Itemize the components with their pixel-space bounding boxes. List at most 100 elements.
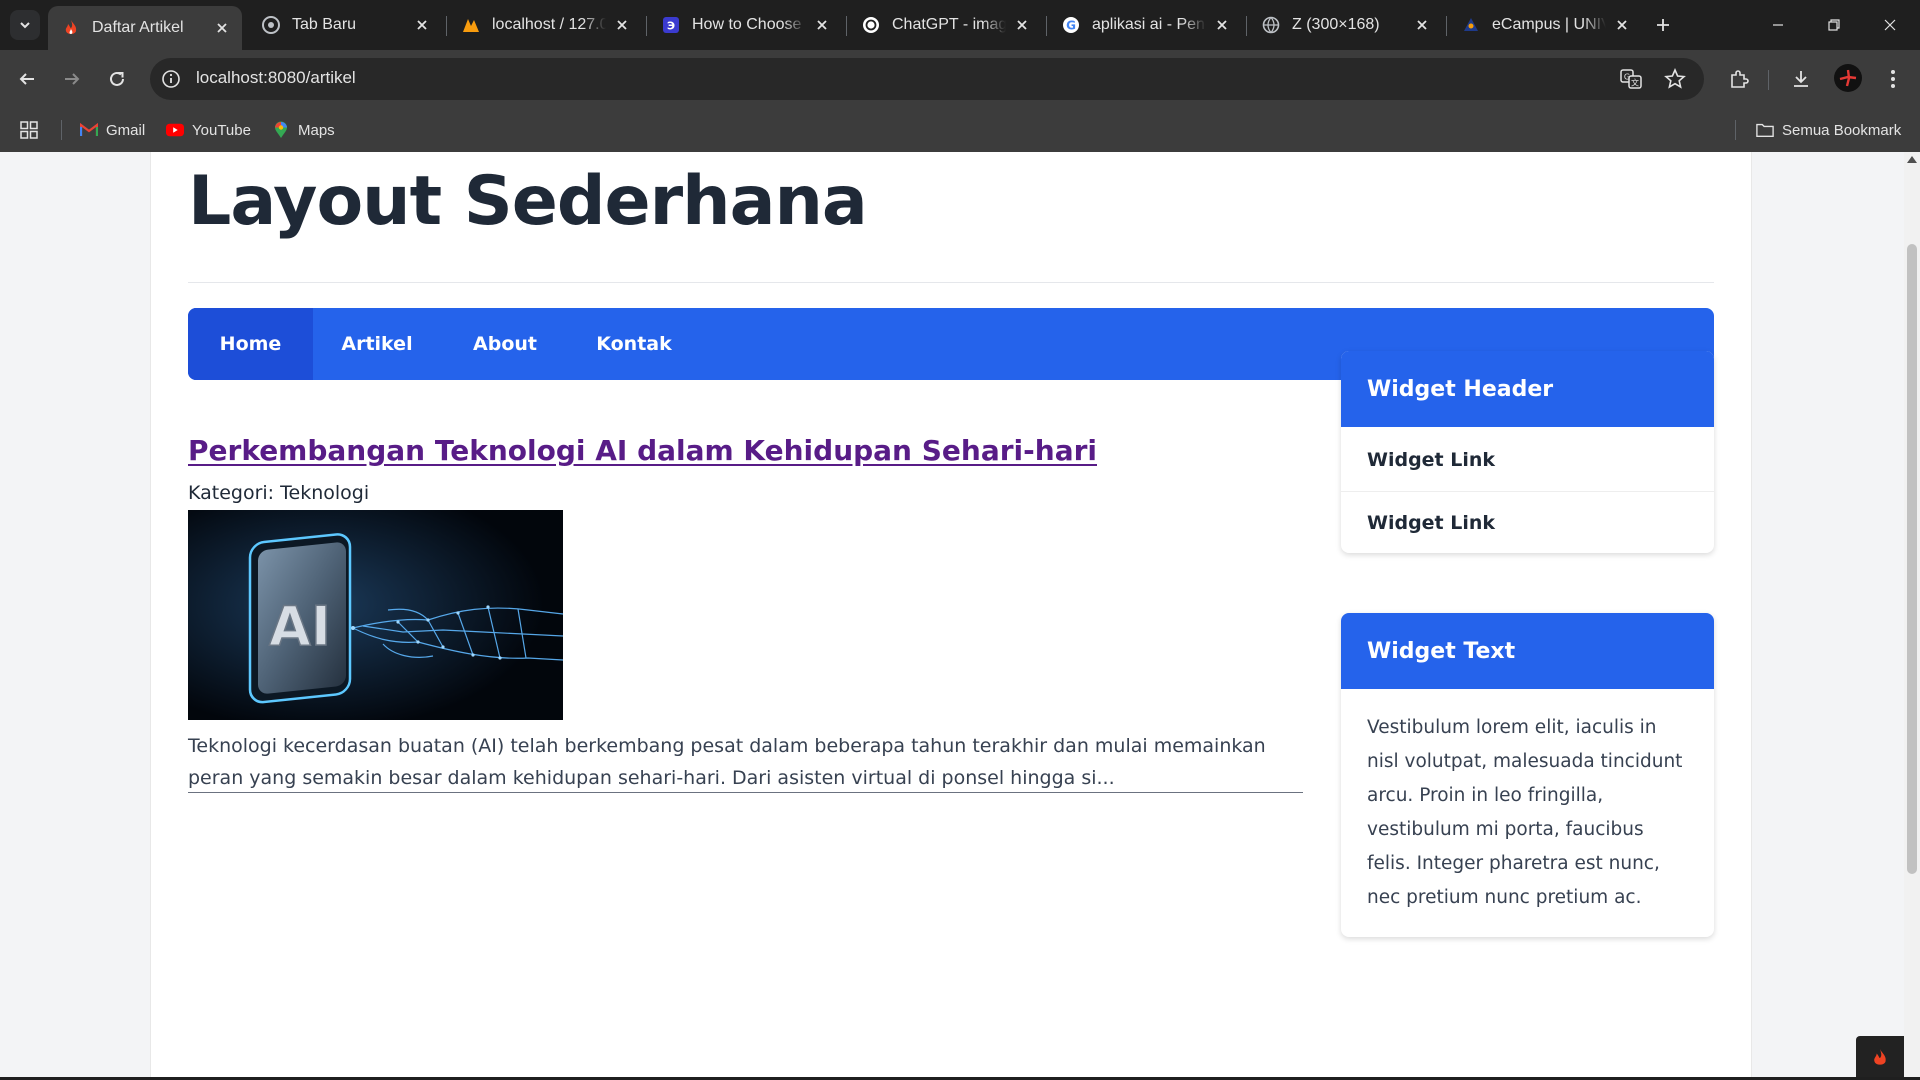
tab-how-to-choose[interactable]: Э How to Choose t xyxy=(648,6,842,44)
gmail-icon xyxy=(80,121,98,139)
nav-about[interactable]: About xyxy=(441,308,569,380)
reload-icon xyxy=(110,71,124,86)
menu-button[interactable] xyxy=(1878,64,1908,94)
site-icon: Э xyxy=(662,16,680,34)
globe-icon xyxy=(1262,16,1280,34)
close-icon[interactable] xyxy=(1612,15,1632,35)
bookmark-label: YouTube xyxy=(192,121,251,139)
tab-separator xyxy=(1246,16,1247,36)
all-bookmarks-button[interactable]: Semua Bookmark xyxy=(1756,118,1901,142)
tab-tab-baru[interactable]: Tab Baru xyxy=(248,6,442,44)
article-image: AI xyxy=(188,510,563,720)
article-excerpt: Teknologi kecerdasan buatan (AI) telah b… xyxy=(188,735,1266,789)
bookmarks-bar: Gmail YouTube Maps Semua Bookmark xyxy=(0,108,1920,152)
widget-links: Widget Header Widget Link Widget Link xyxy=(1341,351,1714,553)
minimize-icon xyxy=(1773,24,1783,26)
downloads-button[interactable] xyxy=(1786,64,1816,94)
toolbar-divider xyxy=(1768,70,1769,90)
tab-separator xyxy=(1446,16,1447,36)
page-title: Layout Sederhana xyxy=(188,162,868,241)
forward-button[interactable] xyxy=(57,64,87,94)
tab-phpmyadmin[interactable]: localhost / 127.0. xyxy=(448,6,642,44)
scrollbar-thumb[interactable] xyxy=(1907,244,1917,874)
address-bar[interactable]: localhost:8080/artikel G文 xyxy=(150,58,1704,100)
tab-search-button[interactable] xyxy=(10,10,40,40)
close-icon[interactable] xyxy=(412,15,432,35)
minimize-button[interactable] xyxy=(1750,0,1806,50)
widget-header: Widget Header xyxy=(1341,351,1714,427)
extensions-button[interactable] xyxy=(1724,64,1754,94)
bookmark-youtube[interactable]: YouTube xyxy=(166,118,251,142)
translate-icon[interactable]: G文 xyxy=(1620,68,1642,90)
tab-ecampus[interactable]: eCampus | UNIV xyxy=(1448,6,1642,44)
close-window-button[interactable] xyxy=(1862,0,1918,50)
close-icon[interactable] xyxy=(812,15,832,35)
header-divider xyxy=(188,282,1714,283)
widget-text: Widget Text Vestibulum lorem elit, iacul… xyxy=(1341,613,1714,937)
back-button[interactable] xyxy=(12,64,42,94)
tab-title: Z (300×168) xyxy=(1292,16,1380,33)
plus-icon xyxy=(1657,19,1669,31)
close-icon[interactable] xyxy=(612,15,632,35)
image-ai-text: AI xyxy=(269,595,331,658)
debug-toolbar-button[interactable] xyxy=(1856,1036,1904,1080)
codeigniter-flame-icon xyxy=(1874,1049,1886,1065)
tab-title: localhost / 127.0. xyxy=(492,16,606,33)
nav-home[interactable]: Home xyxy=(188,308,313,380)
tab-title: Daftar Artikel xyxy=(92,19,184,36)
site-info-icon[interactable] xyxy=(160,68,182,90)
close-icon[interactable] xyxy=(1212,15,1232,35)
page-container: Layout Sederhana Home Artikel About Kont… xyxy=(150,152,1752,1080)
google-icon: G xyxy=(1062,16,1080,34)
chevron-down-icon xyxy=(20,22,30,29)
tab-separator xyxy=(446,16,447,36)
close-icon xyxy=(1884,19,1896,31)
reload-button[interactable] xyxy=(102,64,132,94)
profile-avatar[interactable] xyxy=(1834,64,1862,92)
restore-button[interactable] xyxy=(1806,0,1862,50)
close-icon[interactable] xyxy=(1412,15,1432,35)
tab-image[interactable]: Z (300×168) xyxy=(1248,6,1442,44)
campus-icon xyxy=(1462,16,1480,34)
codeigniter-flame-icon xyxy=(62,19,80,37)
tab-title: ChatGPT - image xyxy=(892,16,1006,33)
page-scrollbar[interactable] xyxy=(1904,152,1920,1080)
arrow-left-icon xyxy=(19,73,34,85)
tab-google-search[interactable]: G aplikasi ai - Pene xyxy=(1048,6,1242,44)
article-category: Kategori: Teknologi xyxy=(188,482,370,504)
star-icon[interactable] xyxy=(1664,68,1686,90)
tab-chatgpt[interactable]: ChatGPT - image xyxy=(848,6,1042,44)
chatgpt-icon xyxy=(862,16,880,34)
nav-kontak[interactable]: Kontak xyxy=(569,308,699,380)
new-tab-button[interactable] xyxy=(1650,12,1676,38)
widget-link-1[interactable]: Widget Link xyxy=(1341,429,1714,491)
svg-text:G: G xyxy=(1066,19,1076,33)
close-icon[interactable] xyxy=(1012,15,1032,35)
tab-daftar-artikel[interactable]: Daftar Artikel xyxy=(48,6,242,50)
bookmark-gmail[interactable]: Gmail xyxy=(80,118,145,142)
tab-separator xyxy=(646,16,647,36)
arrow-right-icon xyxy=(65,73,80,85)
profile-logo-icon xyxy=(1839,69,1857,87)
phpmyadmin-icon xyxy=(462,16,480,34)
bookmark-maps[interactable]: Maps xyxy=(272,118,335,142)
kebab-menu-icon xyxy=(1891,70,1895,88)
page-viewport: Layout Sederhana Home Artikel About Kont… xyxy=(0,152,1904,1080)
apps-grid-icon xyxy=(20,121,38,139)
tab-separator xyxy=(1046,16,1047,36)
url-text[interactable]: localhost:8080/artikel xyxy=(196,68,356,88)
svg-text:文: 文 xyxy=(1631,78,1639,88)
bookmark-separator xyxy=(1735,120,1736,140)
article-title-link[interactable]: Perkembangan Teknologi AI dalam Kehidupa… xyxy=(188,434,1097,467)
apps-button[interactable] xyxy=(20,118,46,142)
widget-link-2[interactable]: Widget Link xyxy=(1341,491,1714,553)
nav-artikel[interactable]: Artikel xyxy=(313,308,441,380)
maps-icon xyxy=(272,121,290,139)
restore-icon xyxy=(1828,19,1840,31)
svg-text:G: G xyxy=(1624,73,1630,82)
download-icon xyxy=(1794,71,1808,87)
close-icon[interactable] xyxy=(212,18,232,38)
tab-title: aplikasi ai - Pene xyxy=(1092,16,1206,33)
article-divider xyxy=(188,792,1303,793)
scroll-up-arrow[interactable] xyxy=(1907,156,1917,163)
